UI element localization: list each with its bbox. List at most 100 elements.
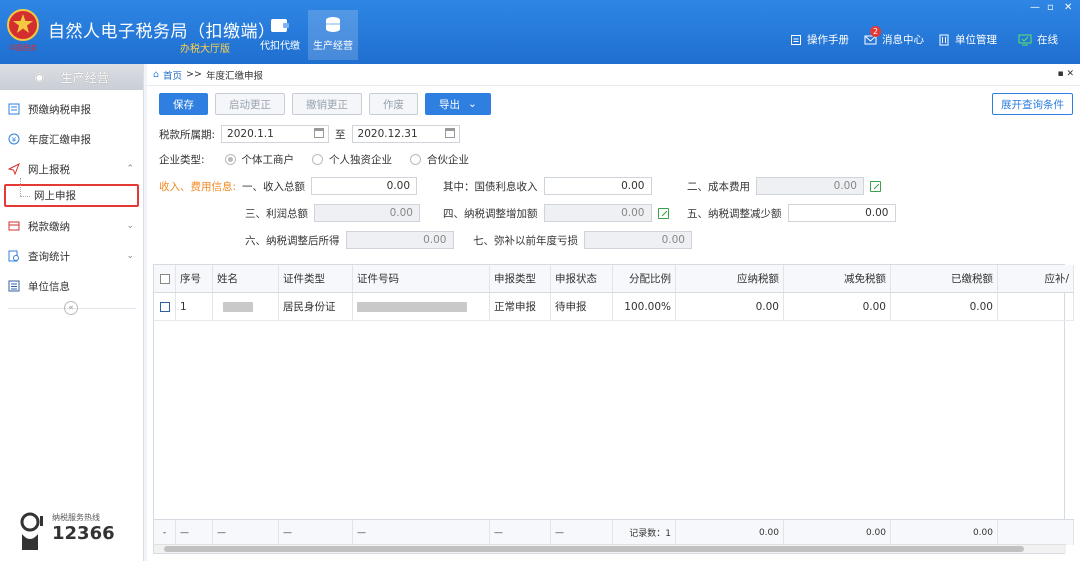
yen-icon: ¥ xyxy=(8,133,20,145)
footer-dash: — xyxy=(490,520,551,545)
cancel-correction-button[interactable]: 撤销更正 xyxy=(292,93,362,115)
footer-tax-paid: 0.00 xyxy=(891,520,998,545)
period-from-field[interactable]: 2020.1.1 xyxy=(221,125,330,143)
chevron-down-icon: ⌄ xyxy=(126,251,134,261)
module-business[interactable]: 生产经营 xyxy=(308,10,358,60)
start-correction-button[interactable]: 启动更正 xyxy=(215,93,285,115)
panel-controls[interactable]: ▪ ✕ xyxy=(1057,69,1074,79)
col-header: 已缴税额 xyxy=(891,265,998,292)
sidebar-item-label: 查询统计 xyxy=(28,250,70,263)
table-header: 序号 姓名 证件类型 证件号码 申报类型 申报状态 分配比例 应纳税额 减免税额… xyxy=(154,265,1074,293)
sidebar-collapse-button[interactable]: « xyxy=(64,301,78,315)
message-badge: 2 xyxy=(870,25,881,37)
declaration-table: 序号 姓名 证件类型 证件号码 申报类型 申报状态 分配比例 应纳税额 减免税额… xyxy=(153,264,1074,554)
col-header: 应纳税额 xyxy=(676,265,784,292)
export-button[interactable]: 导出 ⌄ xyxy=(425,93,491,115)
search-doc-icon xyxy=(8,250,19,262)
enterprise-type-label: 企业类型: xyxy=(159,154,205,166)
radio-individual-business[interactable] xyxy=(224,154,236,165)
scrollbar-thumb[interactable] xyxy=(164,546,1024,552)
tax-adjust-increase-input: 0.00 xyxy=(543,204,652,222)
sidebar-item-prepaid[interactable]: 预缴纳税申报 xyxy=(0,94,143,124)
footer-dash: — xyxy=(279,520,353,545)
adjusted-income-group: 六、纳税调整后所得 0.00 xyxy=(245,231,454,249)
chevron-down-icon: ⌄ xyxy=(468,98,477,110)
period-to-field[interactable]: 2020.12.31 xyxy=(351,125,460,143)
app-subtitle: 办税大厅版 xyxy=(180,44,230,55)
breadcrumb-home[interactable]: 首页 xyxy=(163,68,182,82)
radio-sole-proprietorship[interactable] xyxy=(312,154,324,165)
sidebar-item-query[interactable]: 查询统计 ⌄ xyxy=(0,241,143,271)
sidebar-item-annual[interactable]: ¥ 年度汇缴申报 xyxy=(0,124,143,154)
prior-loss-label: 七、弥补以前年度亏损 xyxy=(473,234,578,247)
module-label: 生产经营 xyxy=(313,41,353,52)
sidebar-item-unit-info[interactable]: 单位信息 xyxy=(0,271,143,301)
total-income-input[interactable]: 0.00 xyxy=(311,177,418,195)
coins-icon xyxy=(326,17,340,32)
row-checkbox[interactable] xyxy=(159,301,170,312)
cell-no: 1 xyxy=(176,293,213,320)
cell-report-type: 正常申报 xyxy=(490,293,551,320)
unit-label: 单位管理 xyxy=(955,34,997,46)
period-to-label: 至 xyxy=(335,128,346,141)
col-header: 分配比例 xyxy=(613,265,676,292)
message-center-link[interactable]: 2 消息中心 xyxy=(864,25,924,47)
customer-service-icon xyxy=(20,512,43,550)
monitor-check-icon xyxy=(1018,34,1032,45)
online-status[interactable]: 在线 xyxy=(1018,32,1058,47)
adjusted-income-label: 六、纳税调整后所得 xyxy=(245,234,340,247)
wallet-icon xyxy=(271,19,289,32)
void-button[interactable]: 作废 xyxy=(369,93,418,115)
period-from-value: 2020.1.1 xyxy=(227,128,274,140)
svg-text:¥: ¥ xyxy=(12,136,17,144)
footer-dot: - xyxy=(154,520,176,545)
message-label: 消息中心 xyxy=(882,34,924,46)
sidebar-item-label: 网上申报 xyxy=(34,190,76,202)
bond-interest-label: 其中：国债利息收入 xyxy=(443,180,538,193)
window-menu-icon[interactable]: — xyxy=(1030,2,1040,13)
footer-tax-reduction: 0.00 xyxy=(784,520,891,545)
chevron-down-icon: ⌄ xyxy=(126,221,134,231)
edit-icon[interactable] xyxy=(657,207,669,219)
cell-tax-payable: 0.00 xyxy=(676,293,784,320)
sidebar-item-label: 年度汇缴申报 xyxy=(28,133,91,146)
footer-tax-payable: 0.00 xyxy=(676,520,784,545)
edit-icon[interactable] xyxy=(870,180,881,192)
app-header: 中国税务 自然人电子税务局（扣缴端） 办税大厅版 代扣代缴 生产经营 操作手册 … xyxy=(0,0,1080,64)
hotline-label: 纳税服务热线 xyxy=(52,513,100,522)
manual-link[interactable]: 操作手册 xyxy=(790,32,849,47)
total-profit-input: 0.00 xyxy=(314,204,420,222)
bond-interest-input[interactable]: 0.00 xyxy=(543,177,652,195)
coins-icon: ◉ xyxy=(34,70,45,84)
manual-label: 操作手册 xyxy=(807,34,849,46)
expand-query-button[interactable]: 展开查询条件 xyxy=(992,93,1073,115)
form-icon xyxy=(8,103,20,115)
sidebar-item-label: 预缴纳税申报 xyxy=(28,103,91,116)
cell-tax-paid: 0.00 xyxy=(891,293,998,320)
payment-icon xyxy=(8,221,20,231)
total-profit-label: 三、利润总额 xyxy=(245,207,308,220)
select-all-checkbox[interactable] xyxy=(159,273,170,284)
prior-loss-group: 七、弥补以前年度亏损 0.00 xyxy=(473,231,692,249)
tax-adjust-increase-group: 四、纳税调整增加额 0.00 xyxy=(443,204,669,222)
bond-interest-group: 其中：国债利息收入 0.00 xyxy=(443,177,652,195)
unit-management-link[interactable]: 单位管理 xyxy=(938,32,997,47)
total-income-label: 一、收入总额 xyxy=(242,180,306,193)
calendar-icon xyxy=(444,128,455,138)
window-close-icon[interactable]: ✕ xyxy=(1064,2,1072,13)
sidebar-subitem-online-declare[interactable]: 网上申报 xyxy=(4,178,139,207)
horizontal-scrollbar[interactable] xyxy=(154,544,1066,553)
app-title: 自然人电子税务局（扣缴端） xyxy=(48,22,276,42)
window-minimize-icon[interactable]: ▫ xyxy=(1047,2,1054,13)
col-header: 姓名 xyxy=(213,265,279,292)
table-row[interactable]: 1 居民身份证 正常申报 待申报 100.00% 0.00 0.00 0.00 xyxy=(154,293,1074,321)
table-footer: - — — — — — — 记录数：1 0.00 0.00 0.00 xyxy=(154,519,1074,545)
cell-tax-due xyxy=(998,293,1074,320)
send-icon xyxy=(8,163,20,175)
radio-partnership[interactable] xyxy=(410,154,422,165)
sidebar-item-tax-payment[interactable]: 税款缴纳 ⌄ xyxy=(0,211,143,241)
module-withholding[interactable]: 代扣代缴 xyxy=(255,10,305,60)
save-button[interactable]: 保存 xyxy=(159,93,208,115)
tax-adjust-decrease-input[interactable]: 0.00 xyxy=(787,204,896,222)
total-profit-group: 三、利润总额 0.00 xyxy=(245,204,420,222)
